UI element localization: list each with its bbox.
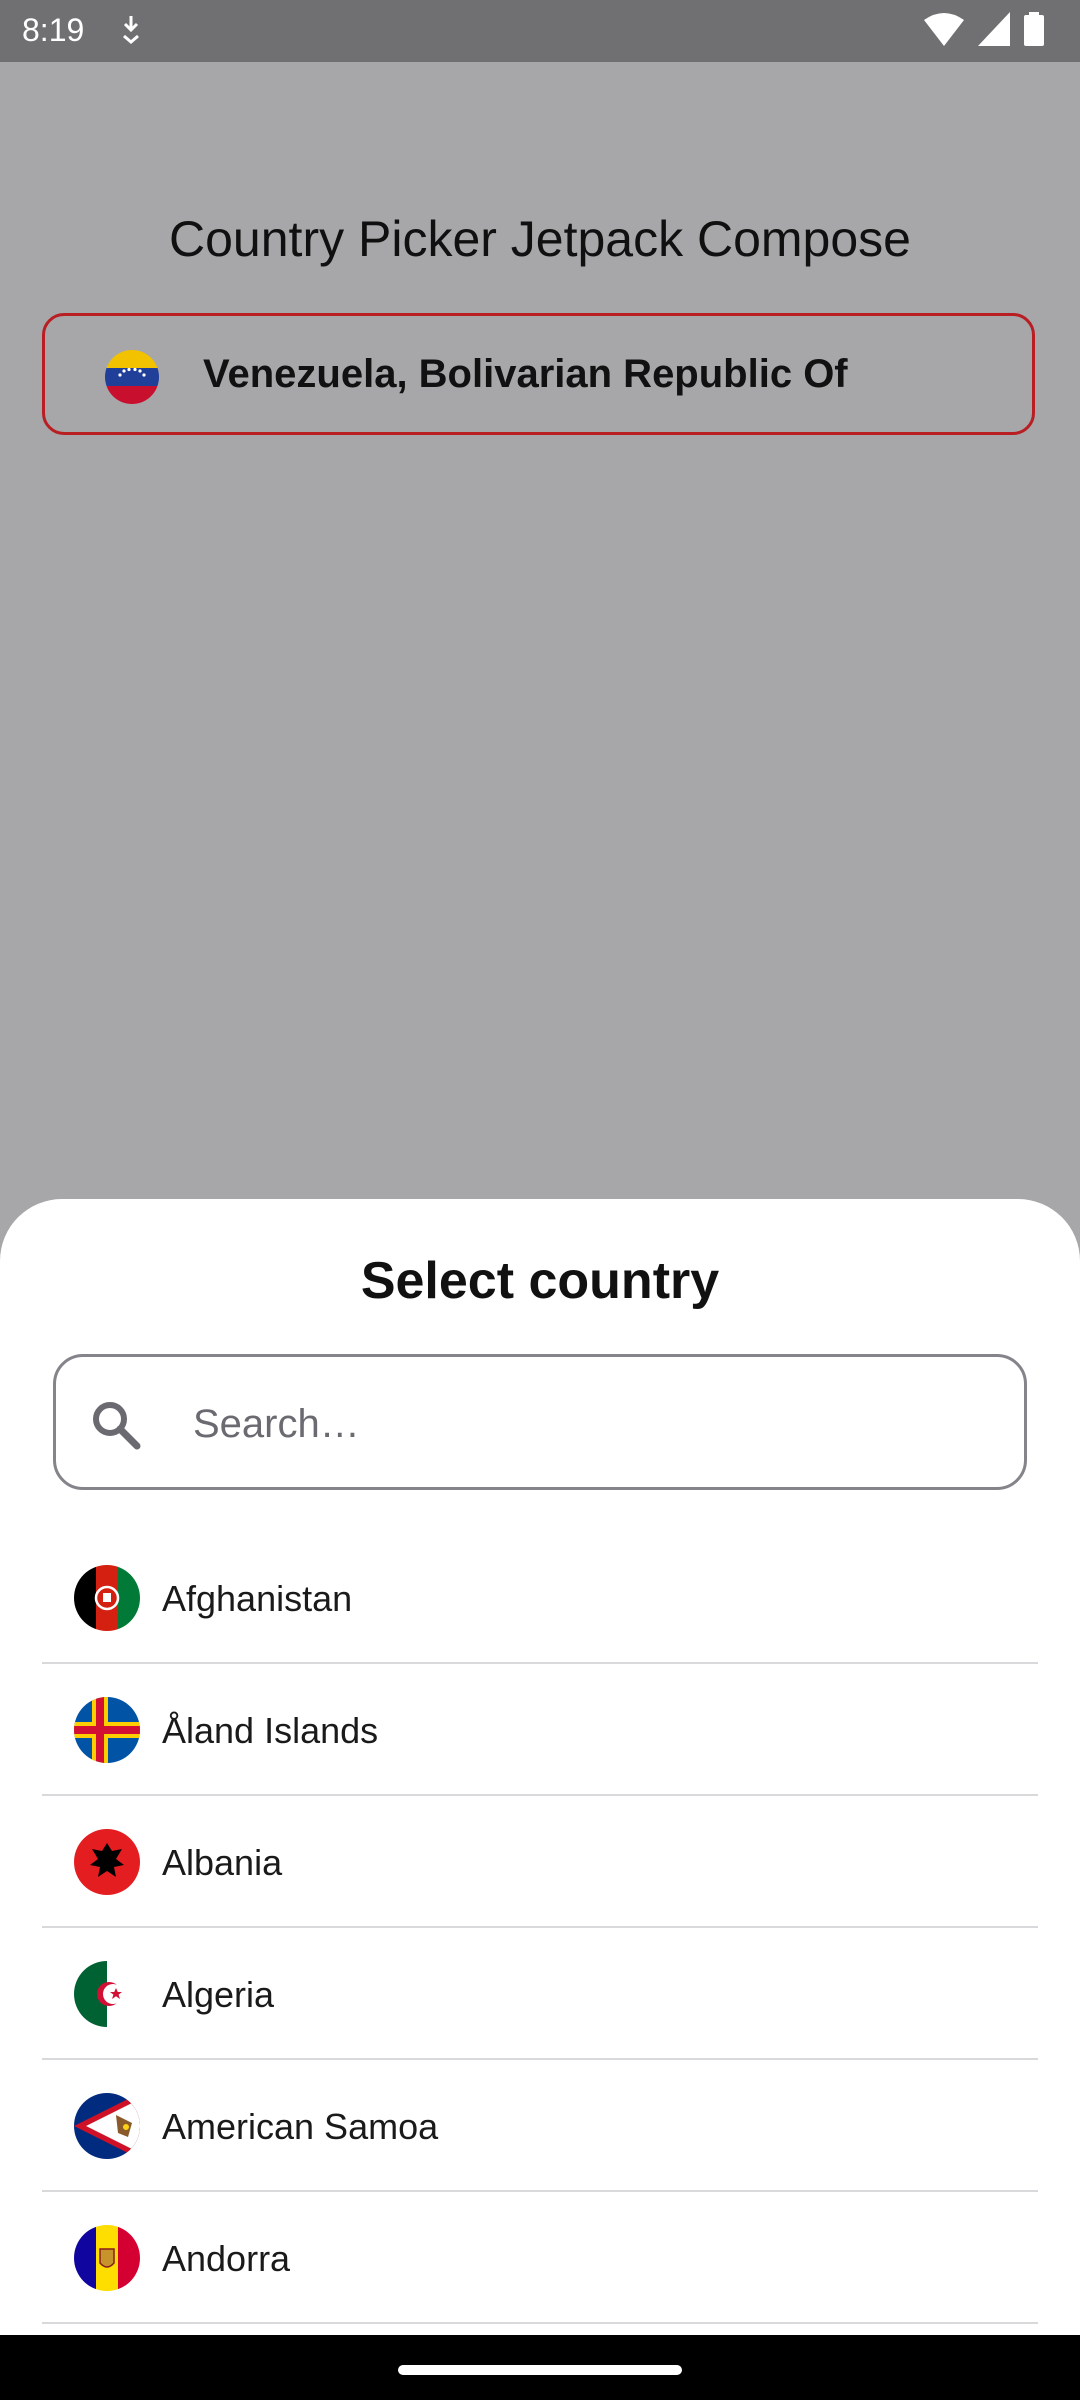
country-name: Andorra xyxy=(162,2238,291,2279)
country-list: Afghanistan Åland Islands Albania Algeri… xyxy=(42,1532,1038,2324)
status-bar: 8:19 xyxy=(0,0,1080,62)
list-item-american-samoa[interactable]: American Samoa xyxy=(42,2060,1038,2192)
wifi-icon xyxy=(924,12,964,51)
afghanistan-flag-icon xyxy=(74,1565,140,1631)
albania-flag-icon xyxy=(74,1829,140,1895)
signal-icon xyxy=(978,12,1010,51)
country-selection-sheet: Select country Search… Afghanistan Åland… xyxy=(0,1199,1080,2335)
home-gesture-handle[interactable] xyxy=(398,2365,682,2375)
country-name: Åland Islands xyxy=(162,1710,379,1751)
sheet-title: Select country xyxy=(360,1252,720,1310)
aland-islands-flag-icon xyxy=(74,1697,140,1763)
country-name: Algeria xyxy=(162,1974,275,2015)
country-name: Afghanistan xyxy=(162,1578,353,1619)
list-item-afghanistan[interactable]: Afghanistan xyxy=(42,1532,1038,1664)
page-title: Country Picker Jetpack Compose xyxy=(169,211,911,267)
country-picker-field[interactable]: Venezuela, Bolivarian Republic Of xyxy=(42,313,1035,435)
status-time: 8:19 xyxy=(22,12,85,48)
venezuela-flag-icon xyxy=(105,350,159,404)
american-samoa-flag-icon xyxy=(74,2093,140,2159)
selected-country-name: Venezuela, Bolivarian Republic Of xyxy=(203,352,848,396)
download-icon xyxy=(120,14,142,49)
list-item-andorra[interactable]: Andorra xyxy=(42,2192,1038,2324)
battery-icon xyxy=(1024,12,1044,51)
search-field[interactable] xyxy=(53,1354,1027,1490)
country-name: American Samoa xyxy=(162,2106,439,2147)
search-input[interactable] xyxy=(191,1387,975,1461)
list-item-algeria[interactable]: Algeria xyxy=(42,1928,1038,2060)
andorra-flag-icon xyxy=(74,2225,140,2291)
search-icon xyxy=(90,1399,142,1456)
algeria-flag-icon xyxy=(74,1961,140,2027)
country-name: Albania xyxy=(162,1842,283,1883)
list-item-albania[interactable]: Albania xyxy=(42,1796,1038,1928)
navigation-bar xyxy=(0,2335,1080,2400)
list-item-aland-islands[interactable]: Åland Islands xyxy=(42,1664,1038,1796)
